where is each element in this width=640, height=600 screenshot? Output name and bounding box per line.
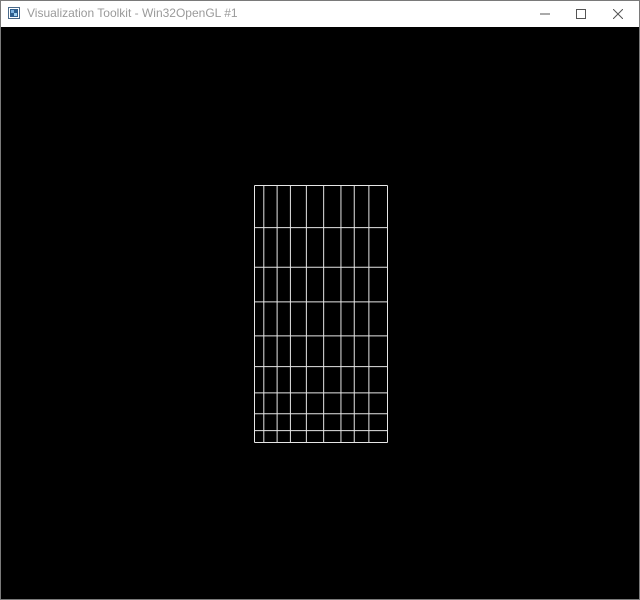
structured-grid-mesh: [254, 185, 388, 443]
app-window: Visualization Toolkit - Win32OpenGL #1: [0, 0, 640, 600]
close-button[interactable]: [595, 1, 640, 27]
close-icon: [613, 9, 623, 19]
vtk-app-icon: [8, 7, 20, 19]
title-bar[interactable]: Visualization Toolkit - Win32OpenGL #1: [1, 1, 639, 27]
render-viewport[interactable]: [1, 27, 639, 599]
window-title: Visualization Toolkit - Win32OpenGL #1: [27, 6, 238, 20]
minimize-icon: [540, 13, 550, 15]
maximize-icon: [576, 9, 586, 19]
